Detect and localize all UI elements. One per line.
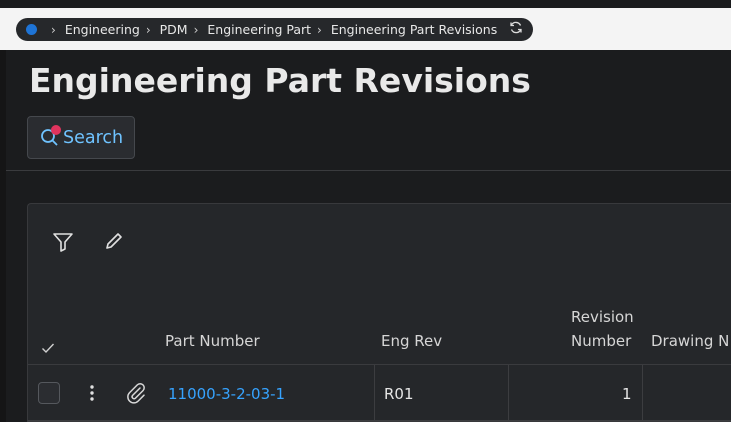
edit-icon[interactable] (104, 231, 124, 255)
cell-divider (642, 365, 643, 421)
cell-divider (374, 365, 375, 421)
table-row[interactable]: 11000-3-2-03-1 R01 1 (28, 365, 731, 421)
chevron-right-icon: › (145, 22, 151, 37)
chevron-right-icon: › (193, 22, 199, 37)
part-number-link[interactable]: 11000-3-2-03-1 (168, 385, 285, 403)
table-panel: Part Number Eng Rev Revision Number Draw… (27, 203, 731, 422)
select-all-check-icon[interactable] (41, 339, 55, 358)
chevron-right-icon: › (317, 22, 322, 37)
column-header-part-number[interactable]: Part Number (165, 332, 260, 350)
row-divider (28, 420, 731, 421)
search-label: Search (63, 127, 124, 148)
divider (6, 170, 731, 171)
column-header-eng-rev[interactable]: Eng Rev (381, 332, 442, 350)
attachment-icon[interactable] (126, 382, 146, 408)
notification-badge (51, 125, 61, 135)
filter-icon[interactable] (52, 231, 74, 257)
cell-divider (508, 365, 509, 421)
search-button[interactable]: Search (27, 116, 135, 159)
column-header-drawing-no[interactable]: Drawing N (651, 332, 729, 350)
breadcrumb-item-engineering-part[interactable]: Engineering Part (207, 22, 311, 37)
eng-rev-value: R01 (384, 385, 414, 403)
more-vertical-icon[interactable] (86, 384, 98, 406)
refresh-icon[interactable] (509, 21, 523, 38)
row-checkbox[interactable] (38, 382, 60, 404)
breadcrumb: › Engineering › PDM › Engineering Part ›… (16, 18, 534, 41)
page-title: Engineering Part Revisions (29, 61, 531, 100)
left-edge (0, 50, 6, 422)
breadcrumb-item-pdm[interactable]: PDM (160, 22, 188, 37)
home-icon[interactable] (26, 24, 37, 35)
chevron-right-icon: › (51, 22, 56, 37)
breadcrumb-item-engineering-part-revisions: Engineering Part Revisions (330, 22, 498, 37)
revision-number-value: 1 (622, 385, 632, 403)
column-header-revision-number-line1[interactable]: Revision (571, 308, 634, 326)
column-header-revision-number-line2[interactable]: Number (571, 332, 631, 350)
breadcrumb-item-engineering[interactable]: Engineering (65, 22, 140, 37)
